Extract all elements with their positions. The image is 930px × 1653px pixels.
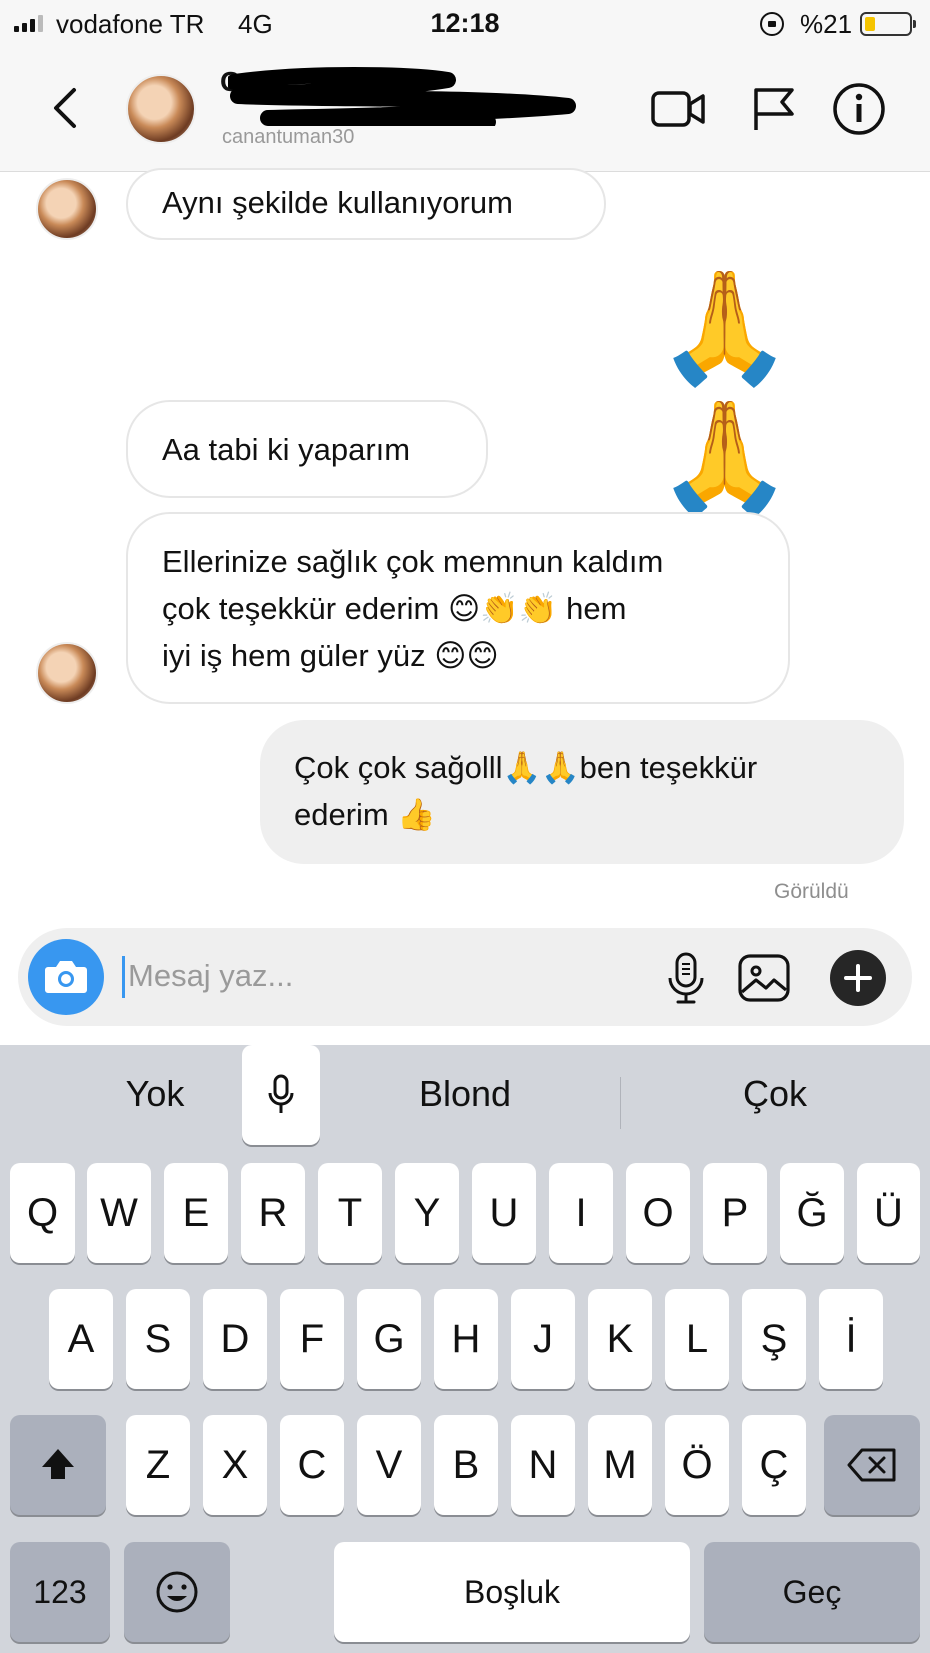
key[interactable]: B <box>434 1415 498 1515</box>
numbers-key[interactable]: 123 <box>10 1542 110 1642</box>
clock: 12:18 <box>430 8 500 38</box>
key[interactable]: U <box>472 1163 536 1263</box>
key[interactable]: Ğ <box>780 1163 844 1263</box>
key[interactable]: I <box>549 1163 613 1263</box>
key[interactable]: Y <box>395 1163 459 1263</box>
message-text-line: Ellerinize sağlık çok memnun kaldım <box>162 544 664 579</box>
chat-header: C canantuman30 <box>0 48 930 172</box>
key[interactable]: C <box>280 1415 344 1515</box>
shift-arrow-icon <box>42 1449 74 1479</box>
message-text-line: iyi iş hem güler yüz 😊😊 <box>162 638 499 673</box>
key[interactable]: D <box>203 1289 267 1389</box>
microphone-icon <box>268 1074 294 1113</box>
message-bubble-incoming[interactable]: Aynı şekilde kullanıyorum <box>126 168 606 240</box>
key[interactable]: İ <box>819 1289 883 1389</box>
key[interactable]: J <box>511 1289 575 1389</box>
key[interactable]: E <box>164 1163 228 1263</box>
key[interactable]: Ü <box>857 1163 920 1263</box>
battery-icon <box>860 12 916 36</box>
key[interactable]: F <box>280 1289 344 1389</box>
key[interactable]: H <box>434 1289 498 1389</box>
message-text: Aynı şekilde kullanıyorum <box>162 185 513 220</box>
emoji-smiley-icon <box>156 1571 198 1613</box>
flag-icon[interactable] <box>748 86 804 132</box>
gallery-icon[interactable] <box>736 950 792 1006</box>
status-bar: vodafone TR 4G 12:18 %21 <box>0 0 930 48</box>
suggestion[interactable]: Blond <box>310 1073 620 1115</box>
key[interactable]: Z <box>126 1415 190 1515</box>
text-caret <box>122 956 125 998</box>
key[interactable]: P <box>703 1163 767 1263</box>
return-key[interactable]: Geç <box>704 1542 920 1642</box>
backspace-key[interactable] <box>824 1415 920 1515</box>
key[interactable]: W <box>87 1163 151 1263</box>
key[interactable]: Ç <box>742 1415 806 1515</box>
emoji-key[interactable] <box>124 1542 230 1642</box>
backspace-icon <box>847 1448 896 1482</box>
camera-button[interactable] <box>28 939 104 1015</box>
microphone-icon[interactable] <box>658 950 714 1006</box>
message-bubble-incoming[interactable]: Ellerinize sağlık çok memnun kaldım çok … <box>126 512 790 704</box>
message-emoji-outgoing[interactable]: 🙏🙏 <box>656 262 930 522</box>
message-input[interactable] <box>128 950 548 1002</box>
key[interactable]: O <box>626 1163 690 1263</box>
message-text: Aa tabi ki yaparım <box>162 432 411 467</box>
key[interactable]: G <box>357 1289 421 1389</box>
message-composer <box>18 928 912 1026</box>
contact-handle[interactable]: canantuman30 <box>222 126 354 149</box>
info-icon[interactable] <box>832 82 886 136</box>
key[interactable]: K <box>588 1289 652 1389</box>
key[interactable]: R <box>241 1163 305 1263</box>
message-bubble-outgoing[interactable]: Çok çok sağolll🙏🙏ben teşekkür ederim 👍 <box>260 720 904 864</box>
key[interactable]: S <box>126 1289 190 1389</box>
dictation-key[interactable] <box>242 1045 320 1145</box>
message-text-line: ederim 👍 <box>294 797 436 832</box>
battery-percent: %21 <box>800 9 853 39</box>
key[interactable]: N <box>511 1415 575 1515</box>
camera-icon <box>45 961 87 993</box>
message-text-line: çok teşekkür ederim 😊👏👏 hem <box>162 591 627 626</box>
key[interactable]: Ö <box>665 1415 729 1515</box>
suggestion[interactable]: Çok <box>620 1073 930 1115</box>
back-chevron-icon[interactable] <box>46 86 86 130</box>
key[interactable]: Q <box>10 1163 75 1263</box>
sender-avatar[interactable] <box>36 642 98 704</box>
video-call-icon[interactable] <box>650 86 706 132</box>
sender-avatar[interactable] <box>36 178 98 240</box>
key[interactable]: Ş <box>742 1289 806 1389</box>
key[interactable]: L <box>665 1289 729 1389</box>
redaction-scribble <box>228 67 576 126</box>
contact-avatar[interactable] <box>126 74 196 144</box>
plus-icon <box>844 964 872 992</box>
space-key[interactable]: Boşluk <box>334 1542 690 1642</box>
key[interactable]: X <box>203 1415 267 1515</box>
key[interactable]: V <box>357 1415 421 1515</box>
keyboard: Yok Blond Çok Q W E R T Y U I O P Ğ Ü A … <box>0 1045 930 1653</box>
orientation-lock-icon <box>760 12 784 36</box>
key[interactable]: T <box>318 1163 382 1263</box>
add-button[interactable] <box>830 950 886 1006</box>
key[interactable]: A <box>49 1289 113 1389</box>
shift-key[interactable] <box>10 1415 106 1515</box>
message-bubble-incoming[interactable]: Aa tabi ki yaparım <box>126 400 488 498</box>
message-text-line: Çok çok sağolll🙏🙏ben teşekkür <box>294 750 758 785</box>
key[interactable]: M <box>588 1415 652 1515</box>
seen-status: Görüldü <box>774 880 849 903</box>
suggestion-bar: Yok Blond Çok <box>0 1045 930 1155</box>
